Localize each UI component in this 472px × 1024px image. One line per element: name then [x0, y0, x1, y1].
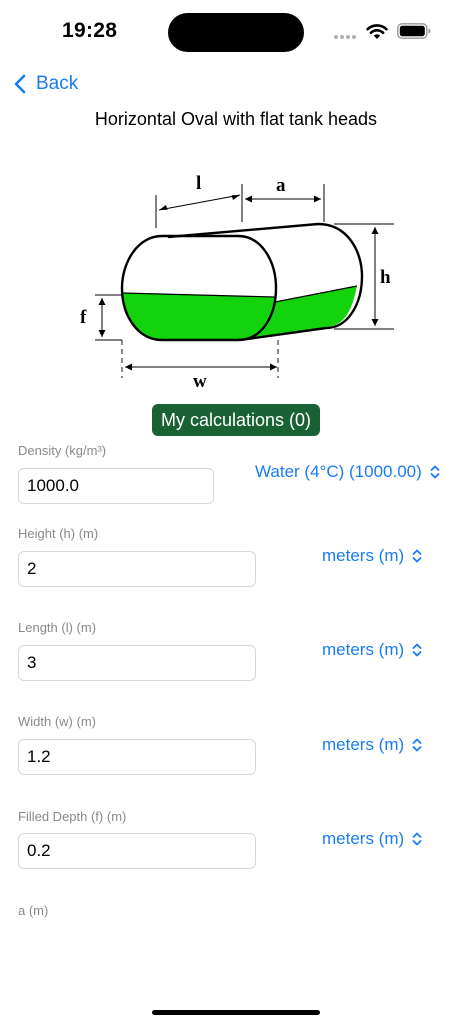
length-input[interactable]	[18, 645, 256, 681]
width-input[interactable]	[18, 739, 256, 775]
battery-icon	[397, 23, 431, 39]
chevron-updown-icon	[430, 465, 440, 479]
height-label: Height (h) (m)	[18, 526, 99, 541]
wifi-icon	[366, 24, 388, 39]
cellular-signal-icon	[334, 35, 360, 40]
density-label: Density (kg/m³)	[18, 443, 107, 458]
dynamic-island	[168, 13, 304, 52]
chevron-updown-icon	[412, 643, 422, 657]
width-unit-select[interactable]: meters (m)	[322, 735, 422, 755]
dim-label-h: h	[380, 267, 391, 288]
filled-depth-unit-label: meters (m)	[322, 829, 405, 848]
height-unit-label: meters (m)	[322, 546, 405, 565]
dim-label-f: f	[80, 307, 87, 328]
width-label: Width (w) (m)	[18, 714, 96, 729]
dim-label-a: a	[276, 175, 286, 196]
length-unit-select[interactable]: meters (m)	[322, 640, 422, 660]
dim-label-w: w	[193, 371, 207, 392]
chevron-updown-icon	[412, 738, 422, 752]
arrowheads	[98, 195, 379, 371]
height-input[interactable]	[18, 551, 256, 587]
density-unit-select[interactable]: Water (4°C) (1000.00)	[255, 462, 440, 482]
dim-label-l: l	[196, 173, 201, 194]
page-title: Horizontal Oval with flat tank heads	[94, 109, 378, 129]
back-label: Back	[36, 73, 79, 94]
chevron-updown-icon	[412, 832, 422, 846]
tank-front-liquid	[123, 293, 275, 340]
a-label: a (m)	[18, 903, 49, 918]
chevron-left-icon	[14, 74, 26, 94]
density-input[interactable]	[18, 468, 214, 504]
chevron-updown-icon	[412, 549, 422, 563]
status-time: 19:28	[62, 19, 118, 42]
filled-depth-unit-select[interactable]: meters (m)	[322, 829, 422, 849]
length-unit-label: meters (m)	[322, 640, 405, 659]
tank-diagram: l a h f w	[80, 173, 394, 392]
length-label: Length (l) (m)	[18, 620, 97, 635]
status-bar: 19:28	[0, 0, 472, 60]
density-unit-label: Water (4°C) (1000.00)	[255, 462, 422, 481]
filled-depth-input[interactable]	[18, 833, 256, 869]
my-calculations-button[interactable]: My calculations (0)	[152, 404, 320, 436]
home-indicator[interactable]	[152, 1010, 320, 1015]
filled-depth-label: Filled Depth (f) (m)	[18, 809, 127, 824]
height-unit-select[interactable]: meters (m)	[322, 546, 422, 566]
width-unit-label: meters (m)	[322, 735, 405, 754]
back-button[interactable]: Back	[14, 70, 78, 98]
